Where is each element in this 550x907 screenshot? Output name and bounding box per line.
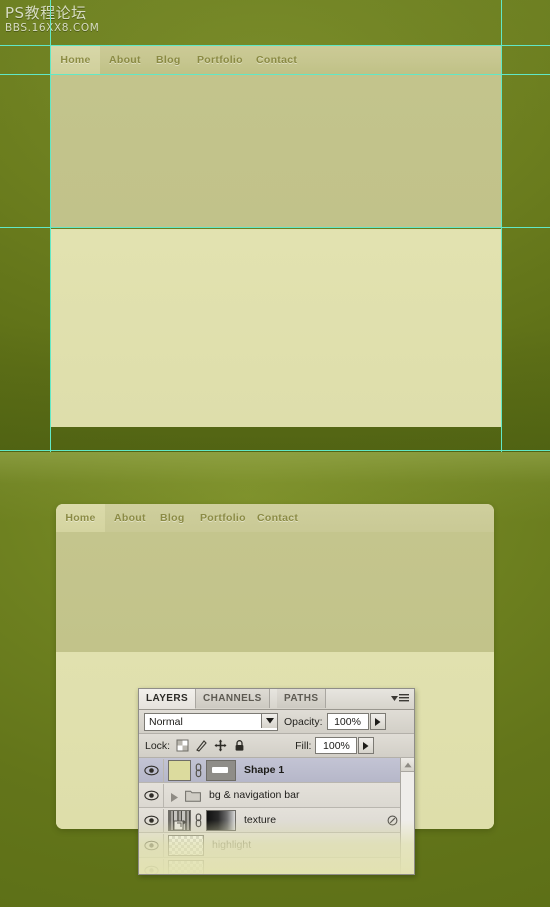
- lock-image-pixels-icon[interactable]: [195, 739, 208, 752]
- fill-spinner-icon[interactable]: [358, 737, 375, 754]
- layers-panel: LAYERS CHANNELS PATHS Normal Opacity: 10…: [138, 688, 415, 875]
- guide-horizontal-mid[interactable]: [0, 227, 550, 228]
- card-nav-item-contact[interactable]: Contact: [257, 504, 298, 532]
- layer-list: Shape 1 bg & navigation bar texture high…: [139, 758, 414, 874]
- guide-horizontal-nav-bottom[interactable]: [0, 74, 550, 75]
- card-navigation-bar: Home About Blog Portfolio Contact: [56, 504, 494, 532]
- lock-transparent-pixels-icon[interactable]: [176, 739, 189, 752]
- layer-name: bg & navigation bar: [209, 789, 300, 801]
- mockup-header-panel: [51, 74, 501, 227]
- nav-item-contact[interactable]: Contact: [256, 46, 297, 74]
- nav-item-portfolio[interactable]: Portfolio: [197, 46, 243, 74]
- mockup-content-panel: [51, 229, 501, 427]
- watermark-line-1: PS教程论坛: [5, 4, 87, 22]
- blend-opacity-row: Normal Opacity: 100%: [139, 710, 414, 734]
- blend-mode-value: Normal: [149, 715, 183, 728]
- layer-visibility-toggle[interactable]: [139, 833, 164, 857]
- table-row[interactable]: highlight: [139, 833, 414, 858]
- triangle-right-icon[interactable]: [169, 790, 180, 802]
- tab-channels[interactable]: CHANNELS: [196, 689, 270, 708]
- scrollbar-track[interactable]: [401, 772, 414, 874]
- table-row[interactable]: texture: [139, 808, 414, 833]
- lock-position-icon[interactable]: [214, 739, 227, 752]
- layer-visibility-toggle[interactable]: [139, 858, 164, 874]
- vertical-scrollbar[interactable]: [400, 758, 414, 874]
- scroll-up-arrow-icon[interactable]: [401, 758, 414, 772]
- eye-icon: [143, 815, 159, 825]
- mockup-navigation-bar: Home About Blog Portfolio Contact: [51, 46, 501, 74]
- guide-vertical-left[interactable]: [50, 0, 51, 452]
- eye-icon: [143, 840, 159, 850]
- blend-mode-select[interactable]: Normal: [144, 712, 278, 731]
- gradient-layer-mask[interactable]: [206, 809, 236, 831]
- panel-tab-strip: LAYERS CHANNELS PATHS: [139, 689, 414, 710]
- watermark-line-2: BBS.16XX8.COM: [5, 22, 100, 34]
- tab-paths[interactable]: PATHS: [277, 689, 327, 708]
- lock-all-icon[interactable]: [233, 739, 246, 752]
- lock-label: Lock:: [145, 739, 171, 752]
- layer-thumbnails: [168, 834, 204, 856]
- layer-name: highlight: [212, 839, 252, 851]
- texture-thumbnail[interactable]: [168, 809, 191, 831]
- watermark: PS教程论坛 BBS.16XX8.COM: [5, 6, 99, 34]
- layer-visibility-toggle[interactable]: [139, 808, 164, 832]
- layer-thumbnails: [168, 759, 236, 781]
- link-icon[interactable]: [193, 762, 204, 778]
- transparent-checkerboard[interactable]: [168, 859, 204, 874]
- clipping-mask-icon: [173, 818, 187, 830]
- card-nav-item-home[interactable]: Home: [56, 504, 105, 532]
- opacity-input[interactable]: 100%: [326, 713, 369, 730]
- opacity-spinner-icon[interactable]: [369, 713, 386, 730]
- fill-label: Fill:: [295, 739, 312, 752]
- link-icon[interactable]: [193, 812, 204, 828]
- nav-item-about[interactable]: About: [109, 46, 141, 74]
- layer-visibility-toggle[interactable]: [139, 758, 164, 782]
- layer-style-icon[interactable]: [387, 813, 398, 831]
- layer-name: texture: [244, 814, 277, 826]
- layer-thumbnails: [168, 809, 236, 831]
- opacity-label: Opacity:: [284, 715, 323, 728]
- guide-horizontal-nav-top[interactable]: [0, 45, 550, 46]
- vector-mask[interactable]: [206, 759, 236, 781]
- eye-icon: [143, 790, 159, 800]
- lock-fill-row: Lock: Fill: 100%: [139, 734, 414, 758]
- chevron-down-icon[interactable]: [261, 713, 277, 728]
- eye-icon: [143, 865, 159, 874]
- nav-item-home[interactable]: Home: [51, 46, 100, 74]
- transparent-checkerboard[interactable]: [168, 834, 204, 856]
- guide-vertical-right[interactable]: [501, 0, 502, 452]
- bottom-mockup-section: Home About Blog Portfolio Contact LAYERS…: [0, 452, 550, 907]
- card-nav-item-portfolio[interactable]: Portfolio: [200, 504, 246, 532]
- table-row[interactable]: bg & navigation bar: [139, 783, 414, 808]
- nav-item-blog[interactable]: Blog: [156, 46, 181, 74]
- table-row[interactable]: [139, 858, 414, 874]
- tab-layers[interactable]: LAYERS: [139, 689, 197, 709]
- layer-visibility-toggle[interactable]: [139, 783, 164, 807]
- card-nav-item-blog[interactable]: Blog: [160, 504, 185, 532]
- layer-thumbnails: [168, 859, 204, 874]
- mockup-card-header-area: [56, 532, 494, 652]
- card-nav-item-about[interactable]: About: [114, 504, 146, 532]
- top-mockup-section: PS教程论坛 BBS.16XX8.COM Home About Blog Por…: [0, 0, 550, 452]
- solid-color-swatch[interactable]: [168, 759, 191, 781]
- panel-menu-icon[interactable]: [390, 692, 410, 705]
- layer-name: Shape 1: [244, 764, 285, 776]
- screenshot-root: PS教程论坛 BBS.16XX8.COM Home About Blog Por…: [0, 0, 550, 907]
- fill-input[interactable]: 100%: [315, 737, 358, 754]
- guide-horizontal-bottom[interactable]: [0, 450, 550, 451]
- eye-icon: [143, 765, 159, 775]
- folder-icon: [185, 789, 201, 802]
- table-row[interactable]: Shape 1: [139, 758, 414, 783]
